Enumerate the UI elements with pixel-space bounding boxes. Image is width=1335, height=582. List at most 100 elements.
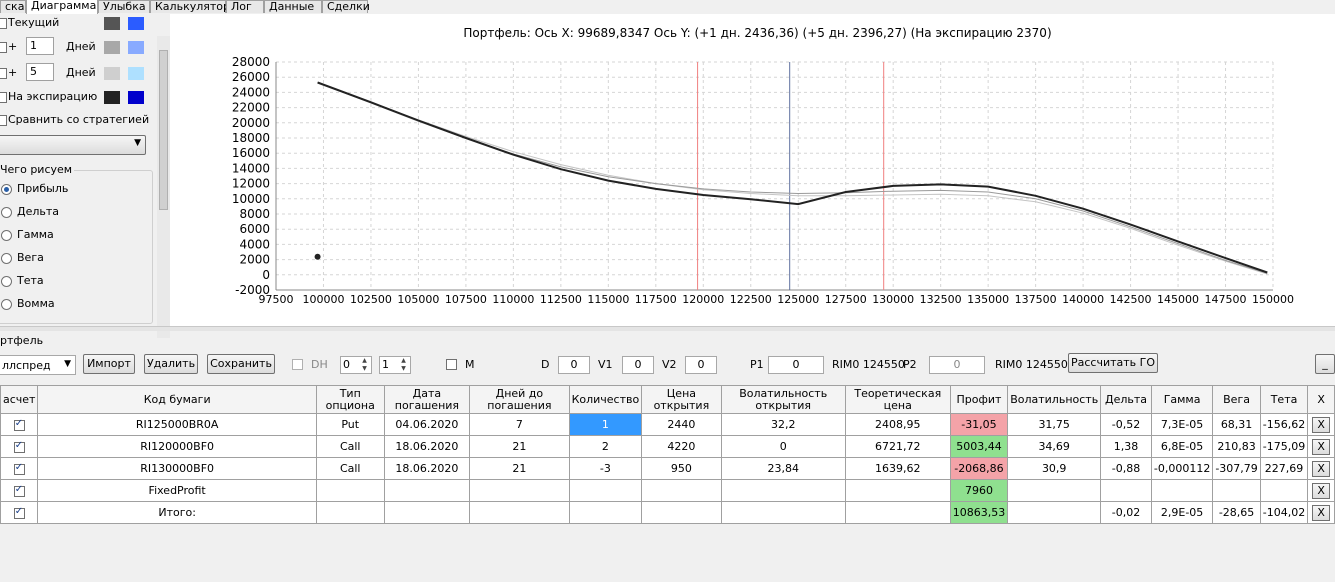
remove-row-button[interactable]: X bbox=[1312, 504, 1331, 521]
col-header-calc[interactable]: асчет bbox=[0, 385, 39, 414]
table-row[interactable]: RI120000BF0 Call 18.06.2020 21 2 4220 0 … bbox=[0, 435, 1335, 458]
current-checkbox[interactable] bbox=[0, 18, 7, 29]
profit-chart[interactable]: 97500 100000 102500 105000 107500 110000 11250… bbox=[170, 14, 1335, 326]
code-cell[interactable]: RI125000BR0A bbox=[37, 413, 317, 436]
table-row[interactable]: Итого: 10863,53 -0,02 2,9E-05 -28,65 -10… bbox=[0, 501, 1335, 524]
col-header-theo[interactable]: Теоретическая цена bbox=[844, 385, 951, 414]
import-button[interactable]: Импорт bbox=[83, 354, 135, 374]
date-cell[interactable]: 04.06.2020 bbox=[383, 413, 471, 436]
theta-cell[interactable]: -104,02 bbox=[1259, 501, 1309, 524]
days-cell[interactable] bbox=[469, 479, 570, 502]
remove-cell[interactable]: X bbox=[1307, 413, 1335, 436]
remove-row-button[interactable]: X bbox=[1312, 416, 1331, 433]
theo-cell[interactable] bbox=[844, 479, 951, 502]
type-cell[interactable] bbox=[315, 479, 385, 502]
calc-checkbox[interactable] bbox=[13, 462, 25, 475]
current-color-swatch[interactable] bbox=[104, 17, 120, 30]
remove-row-button[interactable]: X bbox=[1312, 460, 1331, 477]
type-cell[interactable]: Put bbox=[315, 413, 385, 436]
days-cell[interactable]: 21 bbox=[469, 435, 570, 458]
p1-field[interactable]: 0 bbox=[768, 356, 824, 374]
date-cell[interactable] bbox=[383, 501, 471, 524]
plus5-color-swatch-2[interactable] bbox=[128, 67, 144, 80]
current-color-swatch-2[interactable] bbox=[128, 17, 144, 30]
calc-cell[interactable] bbox=[0, 501, 39, 524]
profit-cell[interactable]: 5003,44 bbox=[949, 435, 1009, 458]
dh-checkbox[interactable] bbox=[292, 359, 303, 370]
remove-cell[interactable]: X bbox=[1307, 479, 1335, 502]
days-cell[interactable]: 7 bbox=[469, 413, 570, 436]
col-header-gamma[interactable]: Гамма bbox=[1150, 385, 1214, 414]
gamma-cell[interactable]: -0,000112 bbox=[1150, 457, 1214, 480]
expiry-color-swatch-2[interactable] bbox=[128, 91, 144, 104]
tab-calculator[interactable]: Калькулятор bbox=[150, 0, 230, 13]
profit-cell[interactable]: 7960 bbox=[949, 479, 1009, 502]
calc-cell[interactable] bbox=[0, 479, 39, 502]
col-header-type[interactable]: Тип опциона bbox=[315, 385, 385, 414]
price-cell[interactable]: 2440 bbox=[641, 413, 722, 436]
vega-cell[interactable] bbox=[1212, 479, 1261, 502]
date-cell[interactable]: 18.06.2020 bbox=[383, 457, 471, 480]
vol-open-cell[interactable] bbox=[720, 479, 846, 502]
calc-checkbox[interactable] bbox=[13, 506, 25, 519]
vol-open-cell[interactable]: 23,84 bbox=[720, 457, 846, 480]
theo-cell[interactable] bbox=[844, 501, 951, 524]
col-header-vega[interactable]: Вега bbox=[1212, 385, 1261, 414]
code-cell[interactable]: RI130000BF0 bbox=[37, 457, 317, 480]
price-cell[interactable]: 4220 bbox=[641, 435, 722, 458]
col-header-qty[interactable]: Количество bbox=[568, 385, 643, 414]
radio-delta[interactable] bbox=[1, 207, 12, 218]
col-header-profit[interactable]: Профит bbox=[949, 385, 1009, 414]
calc-margin-button[interactable]: Рассчитать ГО bbox=[1068, 353, 1158, 373]
price-cell[interactable]: 950 bbox=[641, 457, 722, 480]
vol-cell[interactable]: 34,69 bbox=[1007, 435, 1102, 458]
chart-area[interactable]: Портфель: Ось X: 99689,8347 Ось Y: (+1 д… bbox=[170, 14, 1335, 326]
remove-row-button[interactable]: X bbox=[1312, 438, 1331, 455]
table-row[interactable]: RI130000BF0 Call 18.06.2020 21 -3 950 23… bbox=[0, 457, 1335, 480]
vol-cell[interactable]: 30,9 bbox=[1007, 457, 1102, 480]
col-header-vol[interactable]: Волатильность bbox=[1007, 385, 1102, 414]
calc-checkbox[interactable] bbox=[13, 484, 25, 497]
profit-cell[interactable]: -31,05 bbox=[949, 413, 1009, 436]
days-cell[interactable]: 21 bbox=[469, 457, 570, 480]
calc-checkbox[interactable] bbox=[13, 440, 25, 453]
left-scrollbar[interactable] bbox=[157, 36, 170, 338]
tab-smile[interactable]: Улыбка bbox=[98, 0, 150, 13]
col-header-price[interactable]: Цена открытия bbox=[641, 385, 722, 414]
p2-field[interactable]: 0 bbox=[929, 356, 985, 374]
theta-cell[interactable]: -175,09 bbox=[1259, 435, 1309, 458]
scrollbar-thumb[interactable] bbox=[159, 50, 168, 210]
tab-log[interactable]: Лог bbox=[226, 0, 264, 13]
theo-cell[interactable]: 1639,62 bbox=[844, 457, 951, 480]
profit-cell[interactable]: 10863,53 bbox=[949, 501, 1009, 524]
vega-cell[interactable]: 68,31 bbox=[1212, 413, 1261, 436]
vega-cell[interactable]: -28,65 bbox=[1212, 501, 1261, 524]
d-field[interactable]: 0 bbox=[558, 356, 590, 374]
strategy-dropdown[interactable]: ллспред ▼ bbox=[0, 355, 76, 375]
code-cell[interactable]: Итого: bbox=[37, 501, 317, 524]
vol-open-cell[interactable]: 0 bbox=[720, 435, 846, 458]
code-cell[interactable]: FixedProfit bbox=[37, 479, 317, 502]
expiry-color-swatch[interactable] bbox=[104, 91, 120, 104]
vega-cell[interactable]: -307,79 bbox=[1212, 457, 1261, 480]
radio-profit[interactable] bbox=[1, 184, 12, 195]
delete-button[interactable]: Удалить bbox=[144, 354, 198, 374]
col-header-x[interactable]: X bbox=[1307, 385, 1335, 414]
radio-gamma[interactable] bbox=[1, 230, 12, 241]
expiry-checkbox[interactable] bbox=[0, 92, 7, 103]
gamma-cell[interactable]: 7,3E-05 bbox=[1150, 413, 1214, 436]
delta-cell[interactable] bbox=[1100, 479, 1152, 502]
theta-cell[interactable] bbox=[1259, 479, 1309, 502]
calc-checkbox[interactable] bbox=[13, 418, 25, 431]
code-cell[interactable]: RI120000BF0 bbox=[37, 435, 317, 458]
col-header-vol-open[interactable]: Волатильность открытия bbox=[720, 385, 846, 414]
qty-cell[interactable] bbox=[568, 479, 643, 502]
strategy-compare-dropdown[interactable]: ▼ bbox=[0, 135, 146, 155]
vol-cell[interactable] bbox=[1007, 479, 1102, 502]
col-header-date[interactable]: Дата погашения bbox=[383, 385, 471, 414]
plus5-checkbox[interactable] bbox=[0, 68, 7, 79]
save-button[interactable]: Сохранить bbox=[207, 354, 275, 374]
delta-cell[interactable]: -0,52 bbox=[1100, 413, 1152, 436]
gamma-cell[interactable]: 2,9E-05 bbox=[1150, 501, 1214, 524]
price-cell[interactable] bbox=[641, 479, 722, 502]
